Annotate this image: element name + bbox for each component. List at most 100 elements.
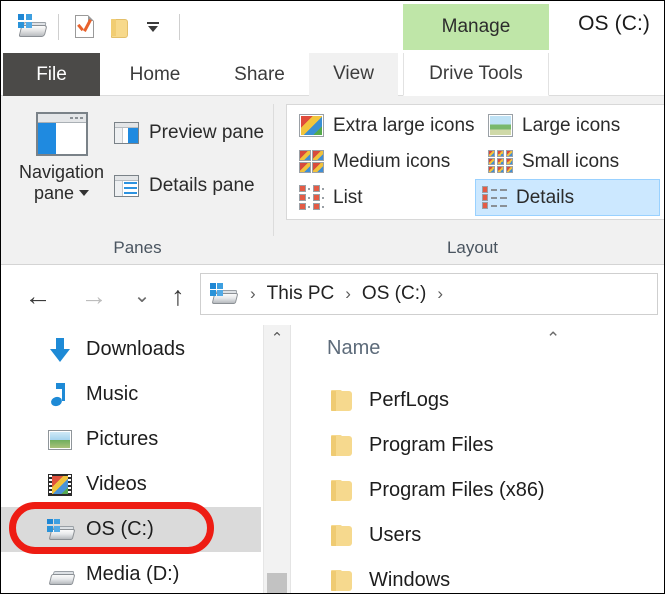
file-name: Windows [369,569,451,591]
details-icon [482,186,507,209]
address-bar: ← → ⌄ ↑ › This PC › OS (C:) › [1,265,664,325]
list-icon [299,185,324,210]
extra-large-icons-icon [299,114,324,137]
folder-icon [331,569,355,592]
navigation-pane-icon [35,112,88,156]
breadcrumb-separator-2[interactable]: › [434,284,446,304]
large-icons-icon [488,114,513,137]
breadcrumb-item-os-c[interactable]: OS (C:) [358,281,430,307]
drive-icon-glyph [17,14,48,40]
breadcrumb-drive-icon[interactable] [209,281,243,307]
sidebar-item-music[interactable]: Music [1,372,261,417]
drive-os-icon [209,283,239,307]
table-row[interactable]: Program Files (x86) [291,468,664,513]
new-folder-icon[interactable] [102,10,136,44]
customize-chevron-icon[interactable] [136,10,170,44]
navigation-pane-label-line1: Navigation [18,162,105,182]
recent-locations-button[interactable]: ⌄ [127,281,157,311]
tab-home[interactable]: Home [100,53,210,96]
tab-drive-tools[interactable]: Drive Tools [403,53,549,96]
tab-view[interactable]: View [309,53,398,96]
music-note-icon [46,382,74,408]
sidebar-item-label: OS (C:) [86,518,154,540]
details-pane-label: Details pane [149,175,255,196]
sidebar-item-media-d[interactable]: Media (D:) [1,552,261,593]
sidebar-item-videos[interactable]: Videos [1,462,261,507]
file-explorer-window: Manage OS (C:) File Home Share View Driv… [0,0,665,594]
chevron-down-icon [142,15,164,39]
drive-icon[interactable] [15,10,49,44]
properties-icon[interactable] [68,10,102,44]
ribbon: Navigation pane Preview pane Details pan… [1,96,664,265]
download-icon [46,337,74,363]
sort-ascending-icon: ⌃ [546,329,561,348]
layout-list[interactable]: List [293,181,369,214]
sidebar-item-label: Videos [86,473,147,495]
scrollbar-thumb[interactable] [267,573,287,593]
layout-details-label: Details [516,186,575,208]
navigation-pane-button[interactable]: Navigation pane [5,104,118,232]
file-name: Program Files (x86) [369,479,545,501]
small-icons-icon [488,150,513,173]
layout-medium-icons[interactable]: Medium icons [293,145,456,178]
table-row[interactable]: PerfLogs [291,378,664,423]
folder-icon [331,389,355,412]
breadcrumb[interactable]: › This PC › OS (C:) › [200,273,658,315]
table-row[interactable]: Program Files [291,423,664,468]
navigation-pane-scrollbar[interactable]: ⌃ [263,325,290,593]
title-bar: Manage OS (C:) [1,1,664,53]
sidebar-item-label: Media (D:) [86,563,180,585]
sidebar-item-label: Pictures [86,428,159,450]
layout-small-icons[interactable]: Small icons [482,145,625,178]
table-row[interactable]: Windows [291,558,664,593]
qat-separator-2 [179,14,180,40]
video-icon [46,472,74,498]
sidebar-item-label: Downloads [86,338,185,360]
forward-button[interactable]: → [79,281,109,311]
sidebar-item-os-c[interactable]: OS (C:) [1,507,261,552]
layout-medium-icons-label: Medium icons [333,150,451,172]
ribbon-group-divider [273,104,274,236]
navigation-pane-label: Navigation pane [19,162,104,204]
details-pane-icon [114,175,139,197]
folder-icon [331,479,355,502]
details-pane-button[interactable]: Details pane [114,171,255,201]
column-header-name[interactable]: Name [327,337,380,360]
new-folder-icon-glyph [108,16,130,38]
back-button[interactable]: ← [23,281,53,311]
medium-icons-icon [299,150,324,173]
folder-icon [331,434,355,457]
sidebar-item-pictures[interactable]: Pictures [1,417,261,462]
contextual-tab-group-manage: Manage [403,4,549,50]
preview-pane-label: Preview pane [149,122,265,143]
breadcrumb-separator-1[interactable]: › [342,284,354,304]
table-row[interactable]: Users [291,513,664,558]
up-button[interactable]: ↑ [163,281,193,311]
sidebar-item-label: Music [86,383,139,405]
sidebar-item-downloads[interactable]: Downloads [1,327,261,372]
ribbon-group-label-layout: Layout [446,238,499,257]
navigation-pane: Downloads Music Pictures Videos OS (C:) … [1,325,261,593]
qat-separator-1 [58,14,59,40]
tab-file[interactable]: File [3,53,100,96]
file-name: Users [369,524,422,546]
chevron-down-icon [79,190,90,197]
drive-os-icon [46,517,76,543]
preview-pane-button[interactable]: Preview pane [114,118,264,148]
tab-share[interactable]: Share [210,53,309,96]
layout-extra-large-icons[interactable]: Extra large icons [293,109,481,142]
breadcrumb-separator-0[interactable]: › [247,284,259,304]
navigation-pane-label-line2: pane [33,183,75,204]
layout-large-icons-label: Large icons [522,114,621,136]
preview-pane-icon [114,122,139,144]
column-header-row: Name ⌃ [291,325,664,373]
layout-list-label: List [333,186,363,208]
layout-details[interactable]: Details [475,179,660,216]
breadcrumb-item-this-pc[interactable]: This PC [263,281,339,307]
ribbon-tab-strip: File Home Share View Drive Tools [1,53,664,96]
properties-icon-glyph [74,14,96,40]
ribbon-group-label-panes: Panes [113,238,162,257]
scroll-up-icon[interactable]: ⌃ [264,325,290,351]
layout-gallery: Extra large icons Large icons Medium ico… [286,104,664,220]
layout-large-icons[interactable]: Large icons [482,109,626,142]
